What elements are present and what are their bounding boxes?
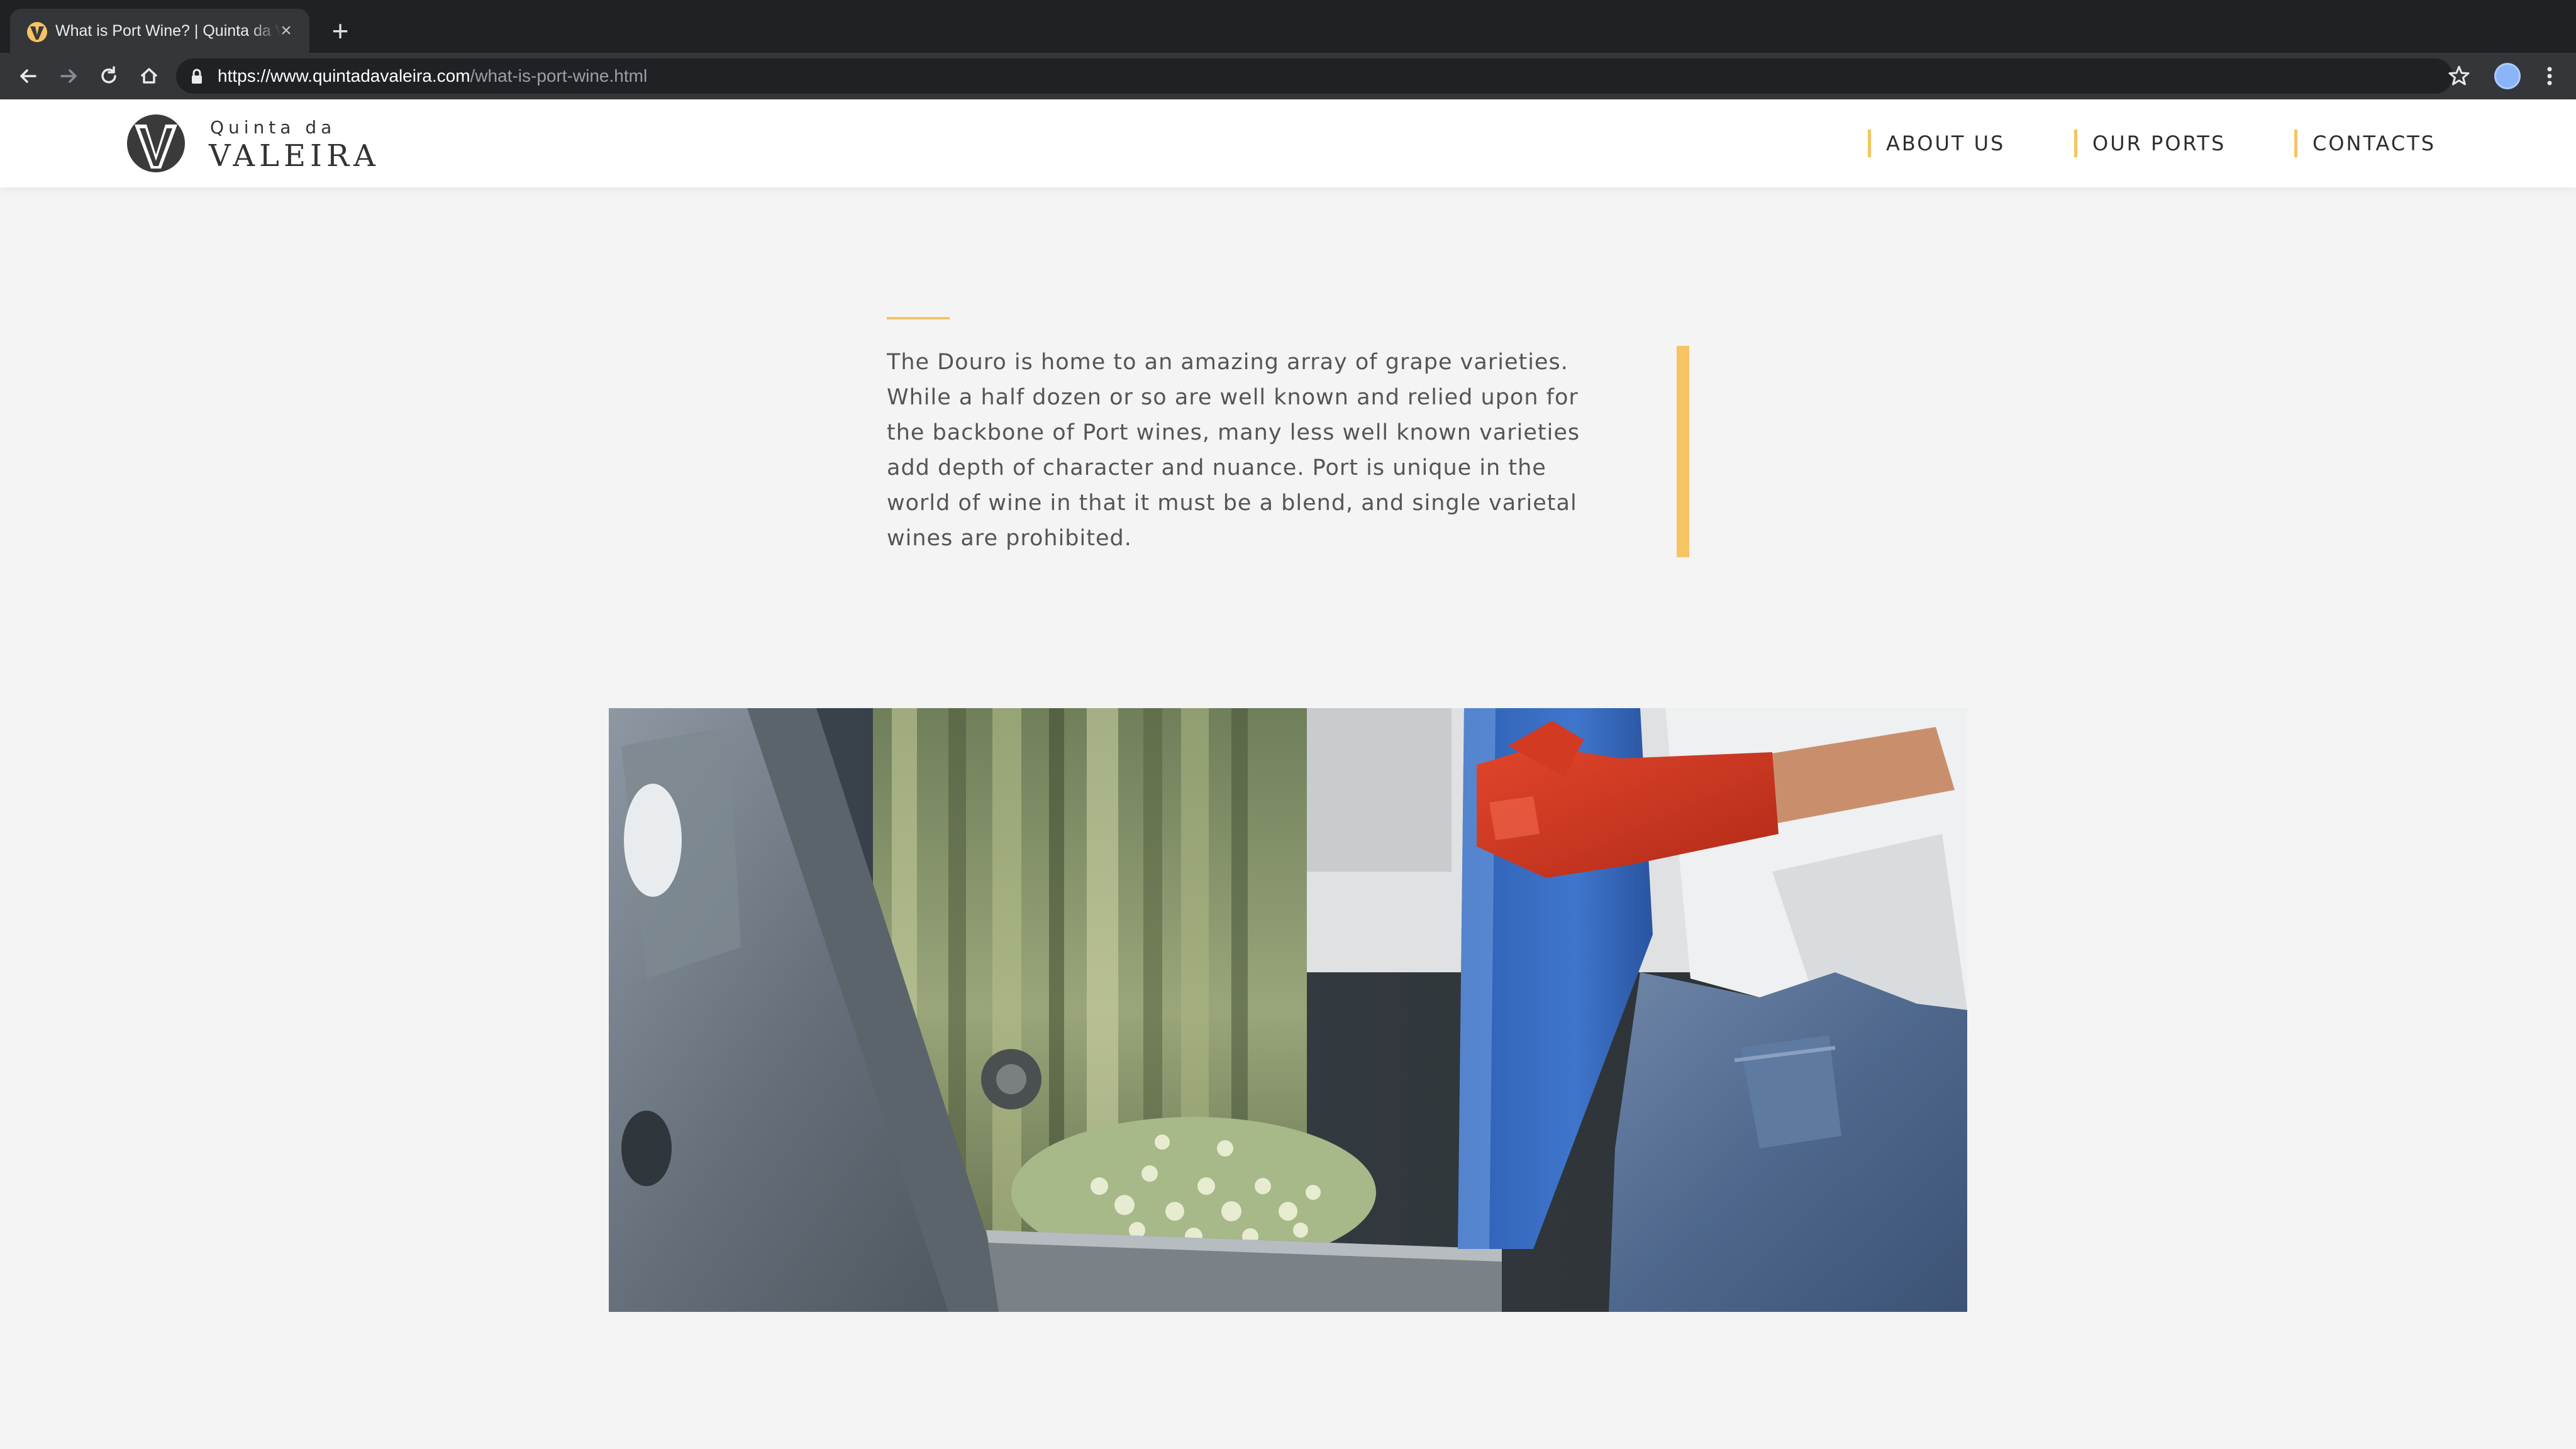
nav-contacts[interactable]: CONTACTS [2294, 130, 2436, 157]
logo-text-bottom: VALEIRA [209, 138, 380, 174]
profile-avatar[interactable] [2494, 63, 2521, 89]
accent-divider [887, 317, 950, 319]
tab-title: What is Port Wine? | Quinta da Valeira [55, 22, 282, 40]
browser-toolbar: https://www.quintadavaleira.com/what-is-… [0, 53, 2576, 99]
forward-arrow-icon[interactable] [54, 62, 83, 91]
logo-v-icon[interactable] [126, 113, 186, 174]
url-path: /what-is-port-wine.html [470, 66, 648, 86]
nav-about-us[interactable]: ABOUT US [1868, 130, 2005, 157]
site-header: Quinta da VALEIRA ABOUT US OUR PORTS CON… [0, 99, 2576, 187]
kebab-menu-icon[interactable] [2537, 63, 2562, 89]
site-favicon-icon [27, 22, 47, 42]
lock-icon [192, 69, 202, 84]
url-host: https://www.quintadavaleira.com [218, 66, 470, 86]
browser-tabstrip: What is Port Wine? | Quinta da Valeira ×… [0, 0, 2576, 53]
browser-tab[interactable]: What is Port Wine? | Quinta da Valeira × [10, 9, 309, 53]
accent-side-bar [1677, 346, 1689, 557]
back-arrow-icon[interactable] [14, 62, 43, 91]
address-bar[interactable]: https://www.quintadavaleira.com/what-is-… [176, 58, 2453, 94]
url-text[interactable]: https://www.quintadavaleira.com/what-is-… [218, 65, 647, 87]
intro-paragraph: The Douro is home to an amazing array of… [887, 350, 1580, 551]
star-icon[interactable] [2445, 62, 2473, 89]
tab-close-icon[interactable]: × [275, 20, 297, 42]
grape-harvest-image [609, 708, 1967, 1312]
reload-icon[interactable] [94, 62, 123, 91]
new-tab-icon[interactable]: + [327, 16, 353, 45]
nav-our-ports[interactable]: OUR PORTS [2074, 130, 2226, 157]
home-icon[interactable] [135, 62, 164, 91]
grape-harvest-photo [609, 708, 1967, 1312]
logo-text-top: Quinta da [210, 117, 336, 138]
